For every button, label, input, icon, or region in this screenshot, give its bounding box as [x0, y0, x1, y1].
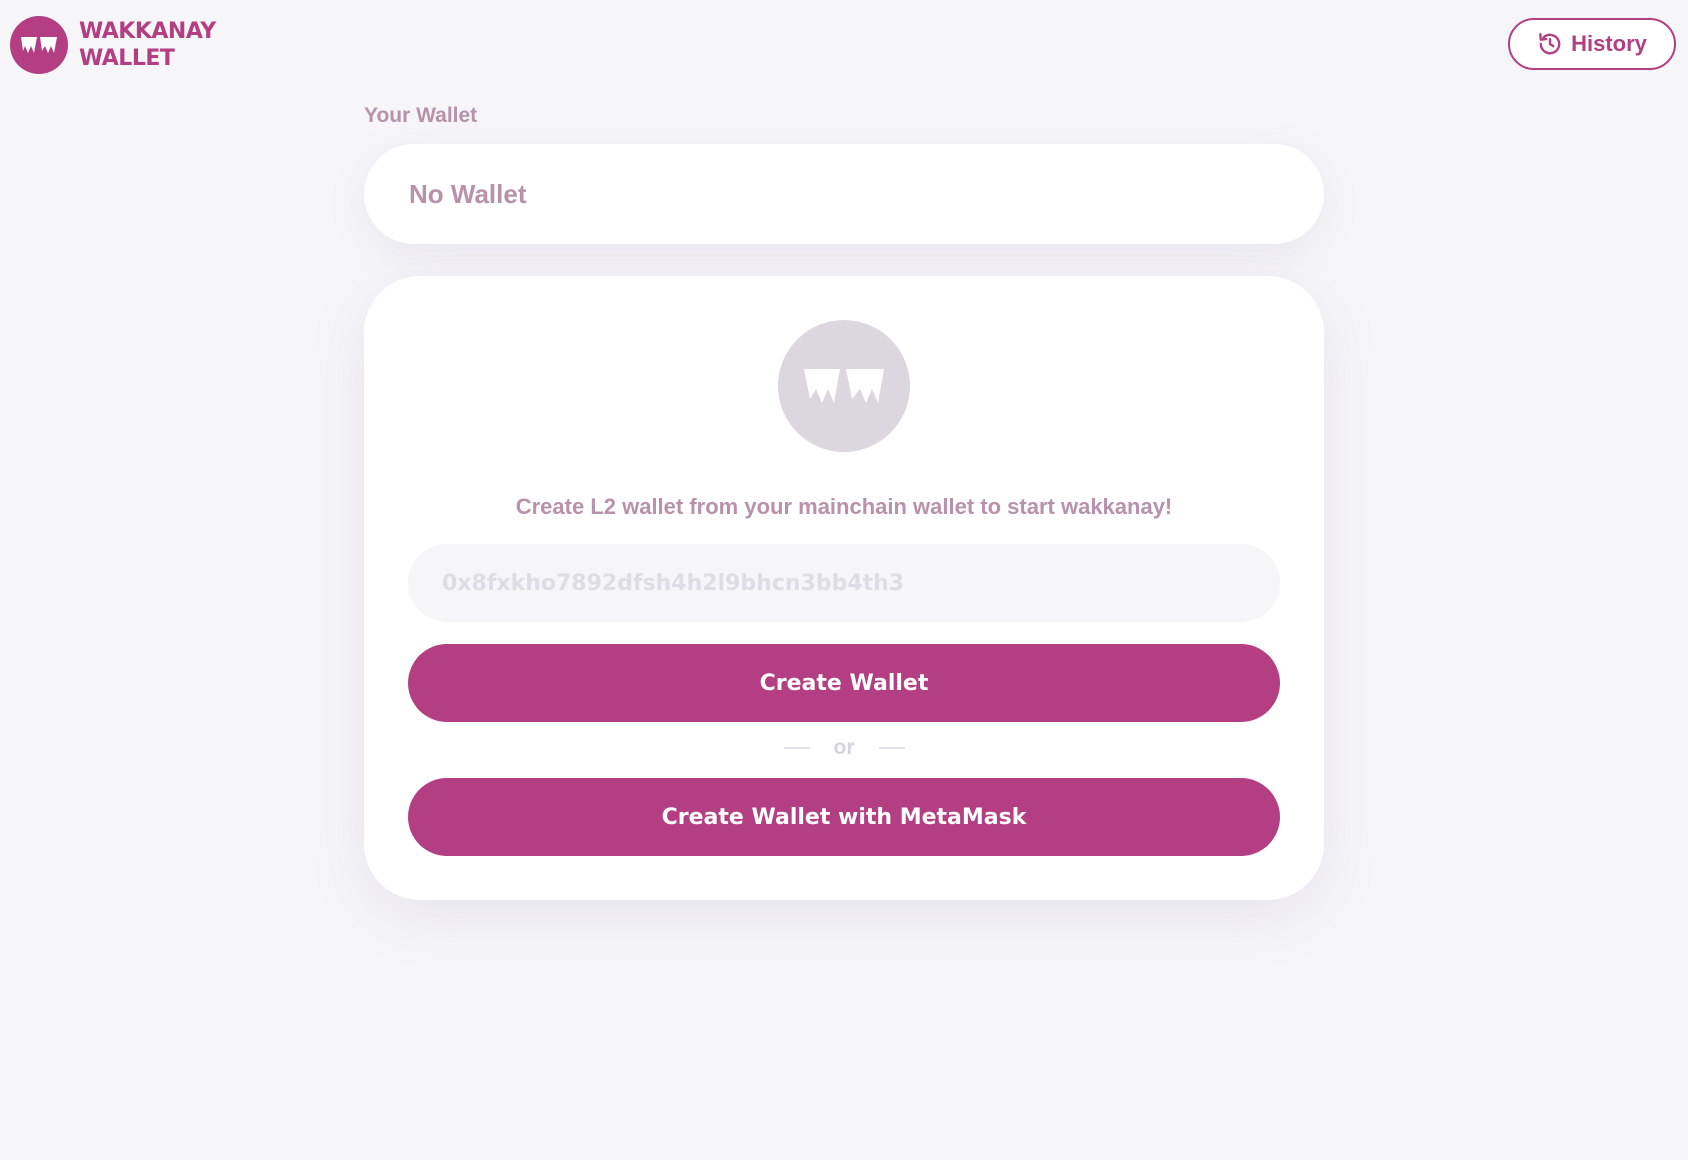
wakkanay-avatar-icon: [778, 320, 910, 452]
create-wallet-card: Create L2 wallet from your mainchain wal…: [364, 276, 1324, 900]
create-wallet-metamask-button[interactable]: Create Wallet with MetaMask: [408, 778, 1280, 856]
your-wallet-label: Your Wallet: [364, 104, 478, 127]
create-wallet-message: Create L2 wallet from your mainchain wal…: [515, 494, 1173, 519]
logo-wordmark-line1: WAKKANAY: [79, 19, 216, 44]
history-button-label: History: [1571, 31, 1647, 56]
logo-wordmark-line2: WALLET: [79, 46, 175, 71]
divider-label: or: [833, 736, 855, 759]
app-logo[interactable]: WAKKANAY WALLET: [10, 16, 216, 74]
wakkanay-logo-icon: [10, 16, 68, 74]
wallet-value: No Wallet: [409, 178, 527, 209]
wallet-display: No Wallet: [364, 144, 1324, 244]
address-input[interactable]: [408, 544, 1280, 622]
divider-line-right: [878, 747, 905, 749]
divider-line-left: [783, 747, 810, 749]
history-button[interactable]: History: [1508, 18, 1676, 70]
create-wallet-button[interactable]: Create Wallet: [408, 644, 1280, 722]
history-icon: [1537, 31, 1563, 57]
logo-wordmark: WAKKANAY WALLET: [79, 18, 216, 72]
or-divider: or: [364, 736, 1324, 760]
